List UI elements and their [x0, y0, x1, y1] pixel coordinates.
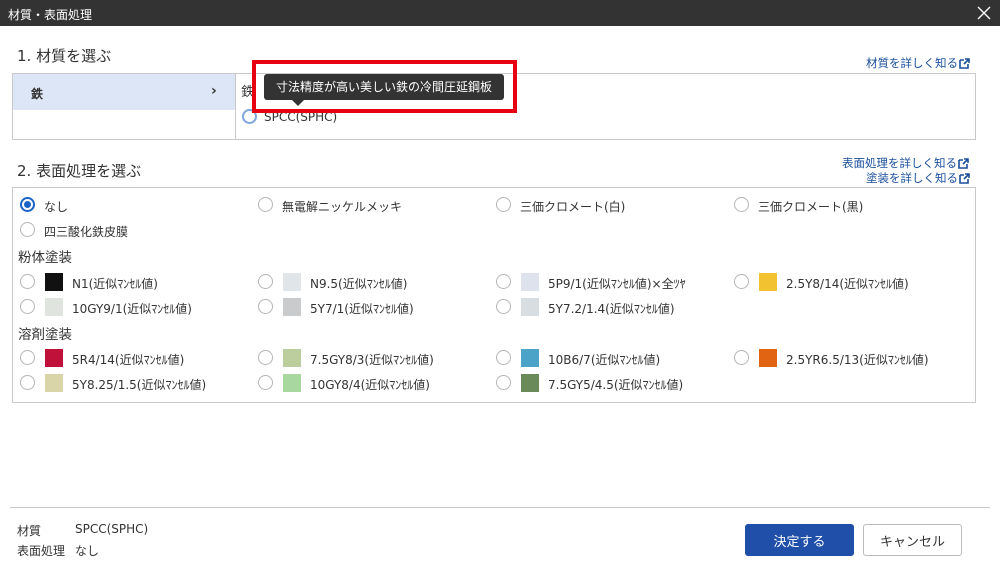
surface-detail-link[interactable]: 表面処理を詳しく知る: [842, 155, 969, 171]
surface-option-radio[interactable]: [496, 375, 511, 390]
color-swatch: [45, 298, 63, 316]
surface-option-radio[interactable]: [20, 197, 35, 212]
powder-coating-label: 粉体塗装: [18, 250, 72, 266]
color-swatch: [521, 349, 539, 367]
surface-panel: なし 無電解ニッケルメッキ 三価クロメート(白) 三価クロメート(黒) 四三酸化…: [12, 187, 976, 403]
surface-option-label: 無電解ニッケルメッキ: [282, 200, 403, 214]
surface-option-label: 三価クロメート(黒): [758, 200, 864, 214]
color-swatch: [521, 298, 539, 316]
color-swatch: [283, 374, 301, 392]
surface-option-radio[interactable]: [258, 350, 273, 365]
material-detail-link[interactable]: 材質を詳しく知る: [866, 55, 970, 71]
solvent-coating-label: 溶剤塗装: [18, 327, 72, 343]
surface-option-radio[interactable]: [20, 375, 35, 390]
color-swatch: [283, 298, 301, 316]
surface-option-radio[interactable]: [734, 350, 749, 365]
surface-option-radio[interactable]: [496, 197, 511, 212]
surface-option-radio[interactable]: [20, 222, 35, 237]
footer-divider: [10, 507, 990, 508]
surface-option-radio[interactable]: [496, 274, 511, 289]
color-swatch: [759, 273, 777, 291]
cancel-button[interactable]: キャンセル: [863, 524, 962, 556]
close-icon[interactable]: [974, 3, 994, 23]
color-swatch: [283, 349, 301, 367]
material-category-list: 鉄 ›: [13, 74, 236, 139]
surface-option-label: 10GY9/1(近似ﾏﾝｾﾙ値): [72, 302, 192, 316]
summary-surface-label: 表面処理: [17, 544, 66, 558]
surface-option-radio[interactable]: [20, 274, 35, 289]
color-swatch: [283, 273, 301, 291]
paint-detail-link[interactable]: 塗装を詳しく知る: [866, 170, 970, 186]
surface-option-radio[interactable]: [258, 197, 273, 212]
surface-option-radio[interactable]: [258, 375, 273, 390]
color-swatch: [521, 374, 539, 392]
surface-option-label: 7.5GY5/4.5(近似ﾏﾝｾﾙ値): [548, 378, 684, 392]
color-swatch: [45, 374, 63, 392]
surface-option-label: N9.5(近似ﾏﾝｾﾙ値): [310, 277, 408, 291]
color-swatch: [759, 349, 777, 367]
surface-option-radio[interactable]: [496, 350, 511, 365]
color-swatch: [45, 273, 63, 291]
chevron-right-icon: ›: [211, 83, 217, 99]
surface-option-label: 5Y7.2/1.4(近似ﾏﾝｾﾙ値): [548, 302, 675, 316]
surface-option-label: 三価クロメート(白): [520, 200, 626, 214]
surface-option-label: 5Y8.25/1.5(近似ﾏﾝｾﾙ値): [72, 378, 207, 392]
external-link-icon: [958, 158, 969, 169]
surface-option-label: 2.5Y8/14(近似ﾏﾝｾﾙ値): [786, 277, 909, 291]
material-detail-link-label: 材質を詳しく知る: [866, 56, 958, 70]
surface-option-label: 5Y7/1(近似ﾏﾝｾﾙ値): [310, 302, 414, 316]
external-link-icon: [959, 173, 970, 184]
surface-option-label: N1(近似ﾏﾝｾﾙ値): [72, 277, 158, 291]
confirm-button[interactable]: 決定する: [745, 524, 854, 556]
summary-material-label: 材質: [17, 524, 42, 538]
surface-option-label: 7.5GY8/3(近似ﾏﾝｾﾙ値): [310, 353, 434, 367]
surface-option-label: 10GY8/4(近似ﾏﾝｾﾙ値): [310, 378, 430, 392]
surface-option-label: 2.5YR6.5/13(近似ﾏﾝｾﾙ値): [786, 353, 929, 367]
external-link-icon: [959, 58, 970, 69]
surface-option-radio[interactable]: [258, 299, 273, 314]
color-swatch: [45, 349, 63, 367]
surface-heading: 2. 表面処理を選ぶ: [17, 162, 142, 180]
surface-option-label: 5R4/14(近似ﾏﾝｾﾙ値): [72, 353, 185, 367]
paint-detail-link-label: 塗装を詳しく知る: [866, 171, 958, 185]
surface-option-radio[interactable]: [20, 299, 35, 314]
surface-option-radio[interactable]: [734, 197, 749, 212]
surface-option-label: 5P9/1(近似ﾏﾝｾﾙ値)×全ﾂﾔ: [548, 277, 686, 291]
window-title: 材質・表面処理: [8, 8, 93, 22]
material-heading: 1. 材質を選ぶ: [17, 47, 112, 65]
tooltip-highlight-box: [252, 60, 517, 113]
color-swatch: [521, 273, 539, 291]
material-category-iron[interactable]: 鉄 ›: [13, 74, 235, 110]
window-titlebar: 材質・表面処理: [0, 0, 1000, 26]
surface-option-radio[interactable]: [20, 350, 35, 365]
surface-option-radio[interactable]: [258, 274, 273, 289]
surface-option-label: なし: [44, 200, 69, 214]
material-category-label: 鉄: [31, 87, 44, 101]
surface-option-radio[interactable]: [734, 274, 749, 289]
surface-detail-link-label: 表面処理を詳しく知る: [842, 156, 957, 170]
surface-option-radio[interactable]: [496, 299, 511, 314]
summary-surface-value: なし: [75, 544, 100, 558]
surface-option-label: 10B6/7(近似ﾏﾝｾﾙ値): [548, 353, 661, 367]
surface-option-label: 四三酸化鉄皮膜: [44, 225, 129, 239]
summary-material-value: SPCC(SPHC): [75, 522, 149, 536]
